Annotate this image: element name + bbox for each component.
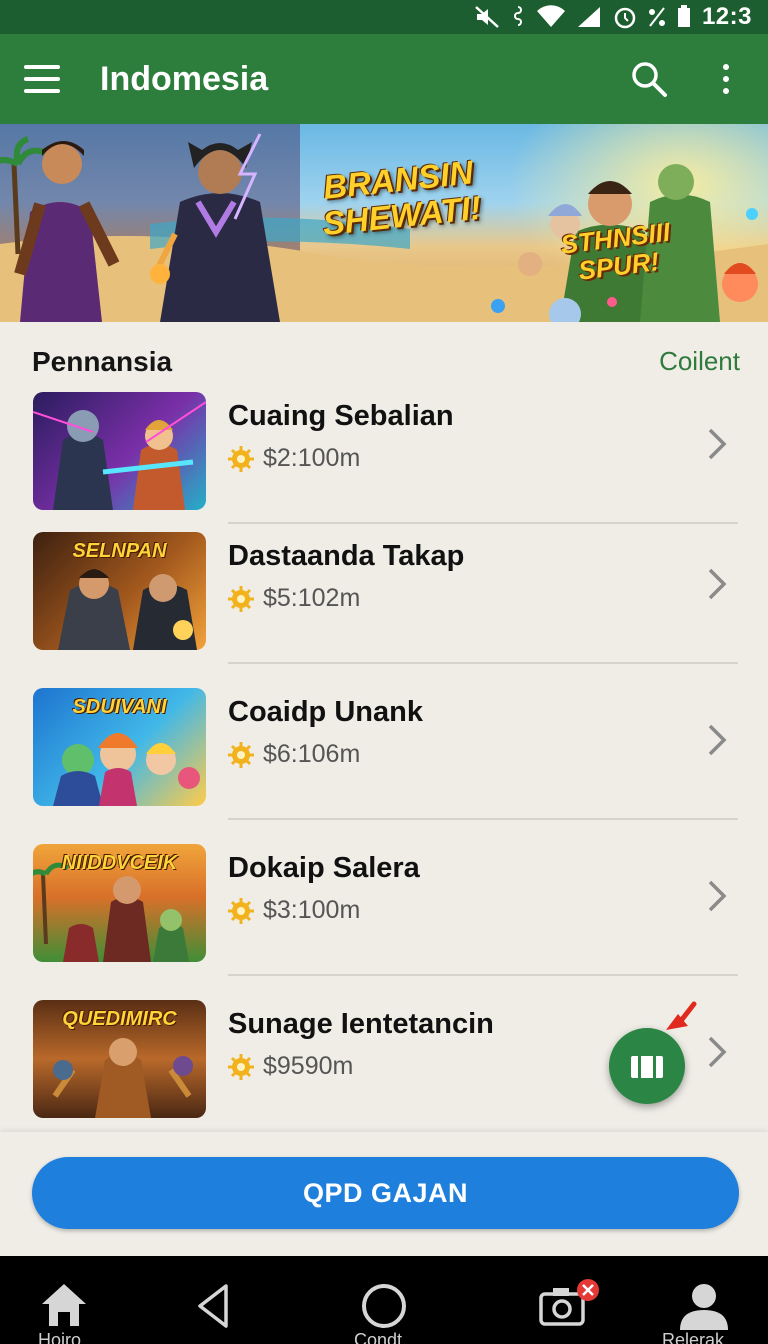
- coin-icon: [228, 586, 254, 612]
- mute-icon: [475, 6, 499, 28]
- game-thumbnail: NIIDDVCEIK: [33, 844, 206, 962]
- signal-icon: [577, 7, 600, 27]
- divider: [228, 818, 738, 820]
- game-thumbnail-label: SDUIVANI: [72, 696, 167, 718]
- app-bar: Indomesia: [0, 34, 768, 124]
- status-time: 12:3: [701, 3, 752, 30]
- game-name: Dokaip Salera: [228, 852, 420, 884]
- list-item[interactable]: Cuaing Sebalian $2:100m: [0, 392, 768, 548]
- vibrate-icon: [513, 6, 522, 26]
- navigation-bar: Hoiro Condt Relerak: [0, 1256, 768, 1344]
- list-item[interactable]: SELNPAN Dastaanda Takap $5:102m: [0, 532, 768, 688]
- chevron-right-icon[interactable]: [704, 878, 730, 914]
- chevron-right-icon[interactable]: [704, 426, 730, 462]
- game-thumbnail: SDUIVANI: [33, 688, 206, 806]
- back-triangle-icon: [198, 1284, 228, 1328]
- section-header: Pennansia Coilent: [0, 322, 768, 392]
- nav-back-button[interactable]: [194, 1256, 234, 1344]
- game-price: $9590m: [263, 1052, 354, 1080]
- pointer-arrow-icon: [666, 1001, 697, 1030]
- game-price: $5:102m: [263, 584, 361, 612]
- divider: [228, 522, 738, 524]
- game-thumbnail: SELNPAN: [33, 532, 206, 650]
- more-options-icon[interactable]: [720, 62, 732, 96]
- game-thumbnail: [33, 392, 206, 510]
- game-name: Dastaanda Takap: [228, 540, 465, 572]
- game-name: Sunage Ientetancin: [228, 1008, 494, 1040]
- game-price: $3:100m: [263, 896, 361, 924]
- coin-icon: [228, 898, 254, 924]
- primary-action-button[interactable]: QPD GAJAN: [32, 1157, 739, 1229]
- section-action-link[interactable]: Coilent: [659, 346, 740, 377]
- profile-icon: [680, 1284, 728, 1330]
- hero-banner[interactable]: BRANSIN SHEWATI! STHNSIII SPUR!: [0, 124, 768, 322]
- nav-label: Relerak: [662, 1330, 725, 1344]
- close-badge-icon: [577, 1279, 599, 1301]
- game-thumbnail-label: NIIDDVCEIK: [61, 852, 178, 874]
- battery-icon: [677, 5, 690, 27]
- divider: [228, 974, 738, 976]
- nav-label: Condt: [354, 1330, 403, 1344]
- divider: [228, 662, 738, 664]
- home-circle-icon: [362, 1284, 406, 1328]
- game-thumbnail-label: SELNPAN: [72, 540, 167, 562]
- menu-icon[interactable]: [24, 65, 60, 93]
- game-price: $6:106m: [263, 740, 361, 768]
- nav-item-profile[interactable]: Relerak: [662, 1256, 736, 1344]
- status-icons: 12:3: [474, 0, 752, 34]
- chevron-right-icon[interactable]: [704, 566, 730, 602]
- nav-item-home[interactable]: Hoiro: [36, 1256, 92, 1344]
- game-name: Cuaing Sebalian: [228, 400, 454, 432]
- game-thumbnail-label: QUEDIMIRC: [62, 1008, 177, 1030]
- coin-icon: [228, 446, 254, 472]
- coin-icon: [228, 742, 254, 768]
- app-title: Indomesia: [100, 60, 269, 98]
- section-title: Pennansia: [32, 346, 173, 377]
- chevron-right-icon[interactable]: [704, 722, 730, 758]
- list-item[interactable]: SDUIVANI Coaidp Unank $6:106m: [0, 688, 768, 844]
- coin-icon: [228, 1054, 254, 1080]
- home-icon: [42, 1284, 86, 1326]
- nav-home-button[interactable]: Condt: [354, 1256, 408, 1344]
- status-bar: 12:3: [0, 0, 768, 34]
- search-icon[interactable]: [630, 60, 668, 98]
- game-name: Coaidp Unank: [228, 696, 423, 728]
- list-item[interactable]: NIIDDVCEIK Dokaip Salera $3:100m: [0, 844, 768, 1000]
- alarm-icon: [614, 7, 636, 29]
- game-thumbnail: QUEDIMIRC: [33, 1000, 206, 1118]
- nav-camera-button[interactable]: [538, 1256, 602, 1344]
- percent-icon: [648, 7, 665, 27]
- nav-label: Hoiro: [38, 1330, 82, 1344]
- wifi-icon: [536, 5, 565, 27]
- bottom-action-area: QPD GAJAN: [0, 1132, 768, 1256]
- game-price: $2:100m: [263, 444, 361, 472]
- chevron-right-icon[interactable]: [704, 1034, 730, 1070]
